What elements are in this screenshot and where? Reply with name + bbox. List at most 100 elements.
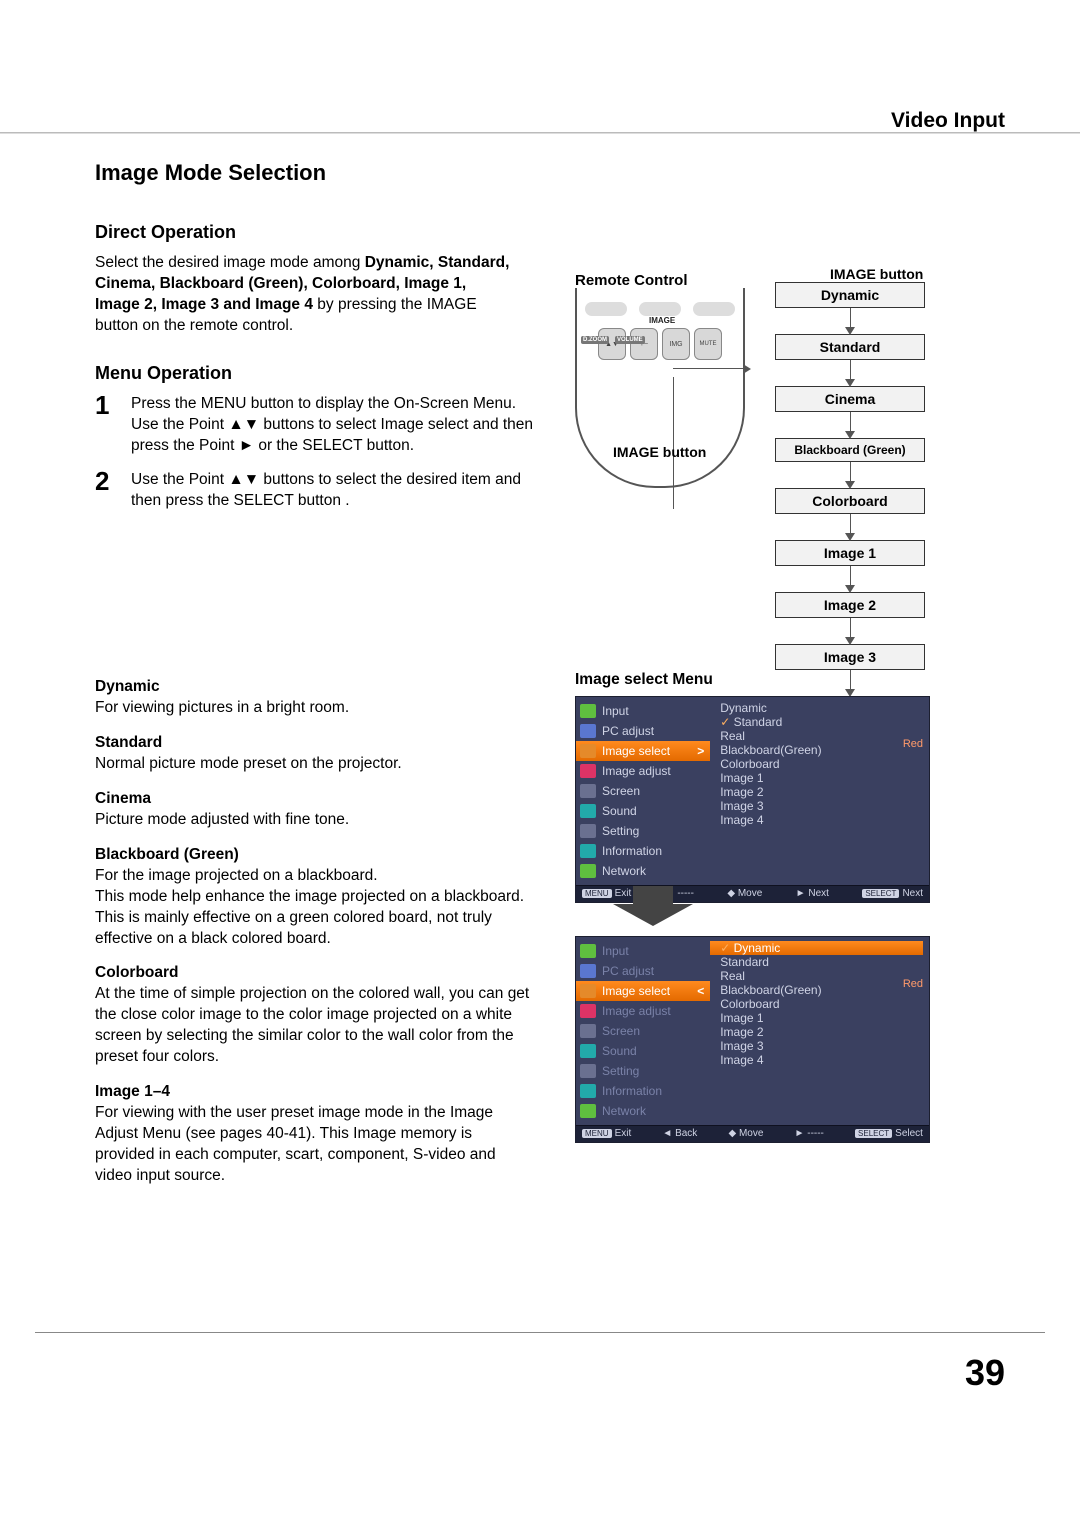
remote-control-label: Remote Control (575, 272, 688, 289)
mode-desc-body: For viewing with the user preset image m… (95, 1103, 535, 1187)
osd-menu-icon (580, 864, 596, 878)
osd1-menu-key: MENU (582, 889, 612, 898)
osd-right-item: Image 4 (720, 813, 923, 827)
down-arrow-icon (613, 886, 693, 926)
mode-arrow-icon (775, 308, 925, 334)
osd-left-label: Network (602, 1105, 646, 1117)
mode-box: Standard (775, 334, 925, 360)
osd-right-item: Image 4 (720, 1053, 923, 1067)
osd2-menu-key: MENU (582, 1129, 612, 1138)
osd-left-label: Information (602, 1085, 662, 1097)
mode-desc-title: Blackboard (Green) (95, 845, 535, 866)
osd-menu-icon (580, 1084, 596, 1098)
osd-left-item: Setting (576, 821, 710, 841)
osd-carat-icon: > (697, 745, 704, 757)
osd-left-item: PC adjust (576, 721, 710, 741)
mode-box: Cinema (775, 386, 925, 412)
osd-right-item: Dynamic (720, 701, 923, 715)
osd-left-label: Network (602, 865, 646, 877)
page-number: 39 (965, 1352, 1005, 1394)
osd-left-label: Screen (602, 1025, 640, 1037)
remote-caption: IMAGE button (613, 444, 706, 460)
osd-menu-icon (580, 1104, 596, 1118)
mode-box: Image 3 (775, 644, 925, 670)
osd-right-item: Dynamic (710, 941, 923, 955)
osd-left-item: Screen (576, 781, 710, 801)
mode-arrow-icon (775, 360, 925, 386)
osd-left-item: Image adjust (576, 1001, 710, 1021)
mode-box: Image 1 (775, 540, 925, 566)
osd-menu-icon (580, 744, 596, 758)
mode-desc-block: Blackboard (Green)For the image projecte… (95, 845, 535, 950)
osd-left-label: Information (602, 845, 662, 857)
osd-left-item: Network (576, 1101, 710, 1121)
osd-left-label: Image adjust (602, 765, 671, 777)
osd2-select: Select (895, 1128, 923, 1139)
osd-right-item: Image 3 (720, 799, 923, 813)
mode-desc-title: Image 1–4 (95, 1082, 535, 1103)
osd-menu-icon (580, 764, 596, 778)
mode-desc-block: StandardNormal picture mode preset on th… (95, 733, 535, 775)
mode-desc-title: Dynamic (95, 677, 535, 698)
osd2-move: Move (739, 1128, 763, 1139)
osd-menu-icon (580, 724, 596, 738)
osd-right-item: Image 1 (720, 1011, 923, 1025)
menu-operation-title: Menu Operation (95, 363, 535, 384)
osd-menu-icon (580, 1044, 596, 1058)
osd-right-tag: Red (903, 739, 923, 750)
mode-desc-title: Cinema (95, 789, 535, 810)
osd-left-item: Information (576, 841, 710, 861)
direct-op-pre: Select the desired image mode among (95, 254, 365, 271)
osd-right-tag: Red (903, 979, 923, 990)
osd-left-label: Setting (602, 1065, 639, 1077)
osd-right-item: Colorboard (720, 997, 923, 1011)
mode-desc-body: At the time of simple projection on the … (95, 984, 535, 1068)
osd-left-label: PC adjust (602, 725, 654, 737)
osd-left-label: Input (602, 705, 629, 717)
mode-desc-block: ColorboardAt the time of simple projecti… (95, 963, 535, 1068)
remote-dzoom-label: D.ZOOM (581, 336, 609, 344)
mode-desc-block: Image 1–4For viewing with the user prese… (95, 1082, 535, 1187)
direct-operation-text: Select the desired image mode among Dyna… (95, 253, 515, 337)
mode-arrow-icon (775, 618, 925, 644)
osd2-next: ----- (807, 1128, 824, 1139)
section-header: Video Input (891, 109, 1005, 133)
osd2-select-key: SELECT (855, 1129, 892, 1138)
osd-left-item: Input (576, 941, 710, 961)
osd-menu-icon (580, 944, 596, 958)
mode-arrow-icon (775, 514, 925, 540)
step-1-text: Press the MENU button to display the On-… (131, 394, 535, 457)
mode-desc-title: Colorboard (95, 963, 535, 984)
osd-menu-icon (580, 784, 596, 798)
mode-box: Image 2 (775, 592, 925, 618)
osd-left-item: Information (576, 1081, 710, 1101)
osd-left-label: Input (602, 945, 629, 957)
osd-left-item: Network (576, 861, 710, 881)
osd-menu-icon (580, 844, 596, 858)
osd-left-item: Sound (576, 1041, 710, 1061)
direct-operation-title: Direct Operation (95, 222, 535, 243)
osd-left-item: Image select< (576, 981, 710, 1001)
osd-right-item: Standard (720, 715, 923, 729)
osd-right-item: Image 2 (720, 1025, 923, 1039)
osd-right-item: Real (720, 969, 923, 983)
step-1-row: 1 Press the MENU button to display the O… (95, 394, 535, 457)
header-rule (0, 132, 1080, 134)
osd-left-item: Input (576, 701, 710, 721)
osd1-select-key: SELECT (862, 889, 899, 898)
mode-arrow-icon (775, 462, 925, 488)
step-1-num: 1 (95, 392, 131, 457)
osd-right-item: Image 2 (720, 785, 923, 799)
mode-desc-block: DynamicFor viewing pictures in a bright … (95, 677, 535, 719)
mode-desc-body: Picture mode adjusted with fine tone. (95, 810, 535, 831)
osd2-back: Back (675, 1128, 697, 1139)
mode-desc-title: Standard (95, 733, 535, 754)
osd-right-item: Image 1 (720, 771, 923, 785)
footer-rule (35, 1332, 1045, 1333)
mode-arrow-icon (775, 670, 925, 696)
osd-left-label: Screen (602, 785, 640, 797)
osd-menu-icon (580, 984, 596, 998)
osd-menu-icon (580, 824, 596, 838)
osd-right-item: Blackboard(Green) (720, 983, 923, 997)
remote-volume-label: VOLUME (615, 336, 645, 344)
